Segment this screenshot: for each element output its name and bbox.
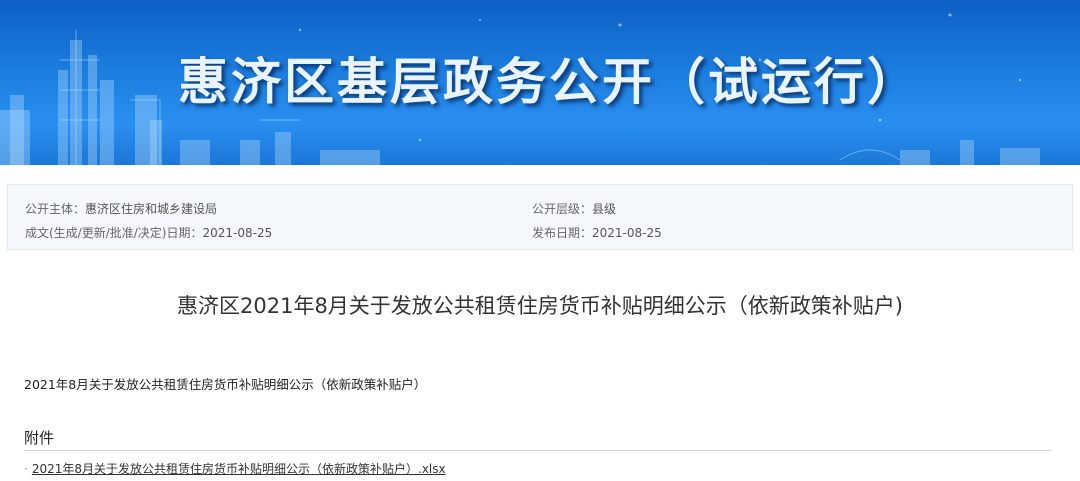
document-body-text: 2021年8月关于发放公共租赁住房货币补贴明细公示（依新政策补贴户） bbox=[24, 377, 427, 392]
attachment-link[interactable]: 2021年8月关于发放公共租赁住房货币补贴明细公示（依新政策补贴户）.xlsx bbox=[32, 462, 446, 476]
attachment-list-item: · 2021年8月关于发放公共租赁住房货币补贴明细公示（依新政策补贴户）.xlsx bbox=[24, 460, 446, 477]
meta-published-label: 发布日期： bbox=[532, 226, 593, 240]
attachments-divider bbox=[24, 450, 1052, 451]
header-banner: 惠济区基层政务公开（试运行） bbox=[0, 0, 1080, 165]
document-title: 惠济区2021年8月关于发放公共租赁住房货币补贴明细公示（依新政策补贴户) bbox=[177, 294, 903, 318]
meta-publisher: 公开主体：惠济区住房和城乡建设局 bbox=[25, 200, 217, 217]
meta-published-value: 2021-08-25 bbox=[592, 226, 662, 240]
meta-publisher-label: 公开主体： bbox=[25, 202, 86, 216]
meta-published-date: 发布日期：2021-08-25 bbox=[532, 224, 662, 241]
meta-level-value: 县级 bbox=[592, 202, 617, 216]
meta-created-label: 成文(生成/更新/批准/决定)日期： bbox=[25, 226, 203, 240]
bullet-icon: · bbox=[24, 462, 28, 476]
meta-level-label: 公开层级： bbox=[532, 202, 593, 216]
attachments-heading: 附件 bbox=[24, 429, 55, 447]
site-title: 惠济区基层政务公开（试运行） bbox=[178, 53, 920, 111]
meta-level: 公开层级：县级 bbox=[532, 200, 616, 217]
meta-created-date: 成文(生成/更新/批准/决定)日期：2021-08-25 bbox=[25, 224, 272, 241]
meta-created-value: 2021-08-25 bbox=[202, 226, 273, 240]
document-metadata-panel: 公开主体：惠济区住房和城乡建设局 公开层级：县级 成文(生成/更新/批准/决定)… bbox=[7, 184, 1073, 250]
meta-publisher-value: 惠济区住房和城乡建设局 bbox=[85, 202, 218, 216]
